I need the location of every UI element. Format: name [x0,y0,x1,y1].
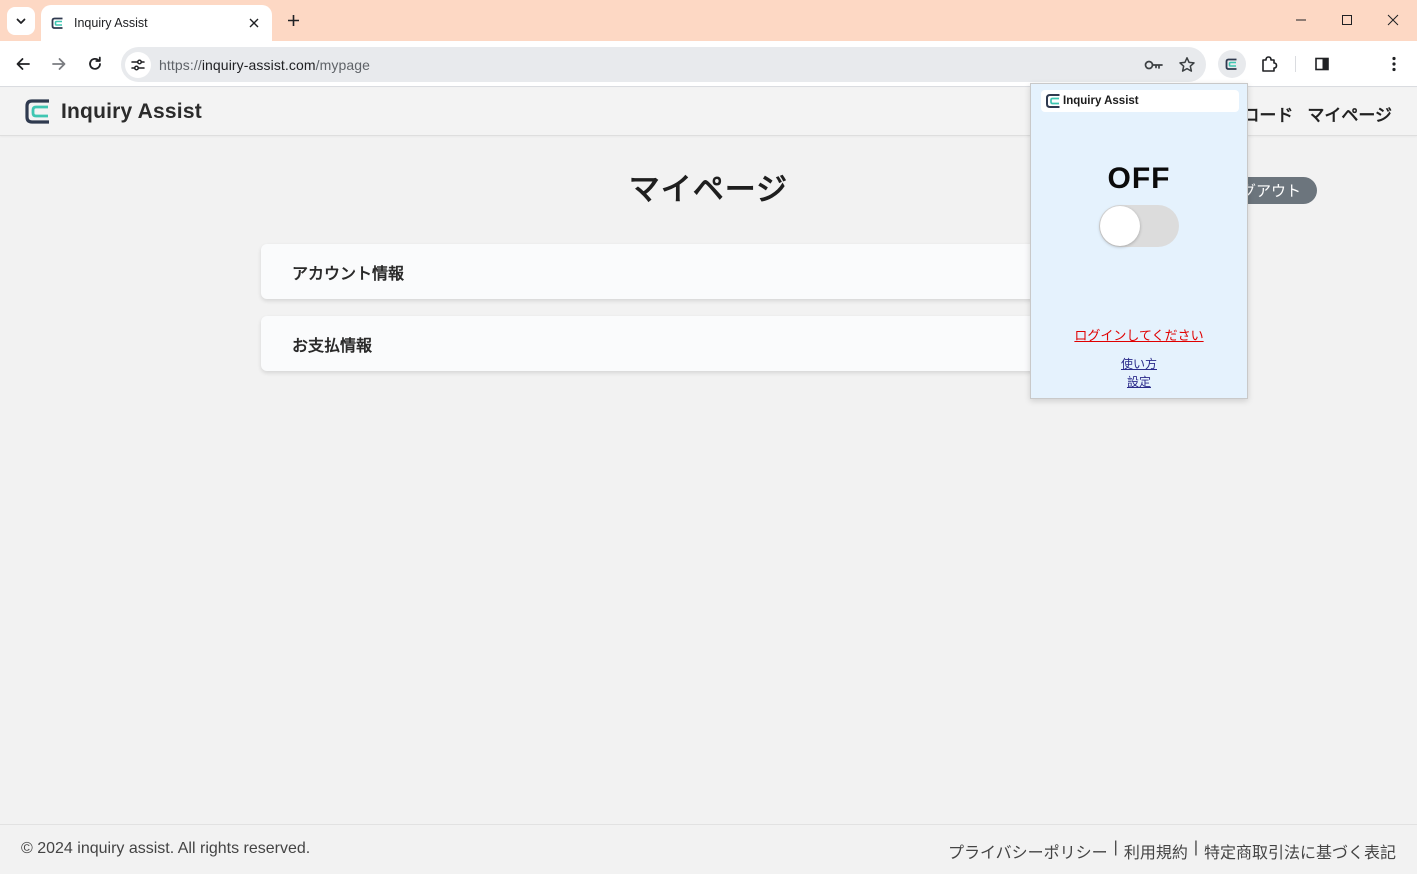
url-scheme: https:// [159,56,202,73]
account-info-card[interactable]: アカウント情報 [261,244,1156,299]
side-panel-icon [1315,57,1329,71]
star-icon [1179,56,1195,72]
tab-title: Inquiry Assist [74,16,148,30]
footer-separator: | [1193,839,1198,856]
side-panel-button[interactable] [1308,50,1336,78]
payment-info-card[interactable]: お支払情報 [261,316,1156,371]
extensions-button[interactable] [1255,50,1283,78]
inquiry-assist-logo-icon [1225,58,1237,70]
kebab-menu-icon [1392,56,1396,72]
footer-separator: | [1113,839,1118,856]
password-manager-button[interactable] [1140,51,1168,79]
arrow-left-icon [16,58,30,70]
bookmark-button[interactable] [1173,51,1201,79]
close-icon [249,18,259,28]
login-link[interactable]: ログインしてください [1031,325,1247,344]
privacy-policy-link[interactable]: プライバシーポリシー [948,839,1108,863]
close-window-button[interactable] [1378,6,1408,34]
maximize-button[interactable] [1332,6,1362,34]
inquiry-assist-favicon-icon [51,17,63,29]
status-text: OFF [1107,162,1171,195]
browser-tab[interactable]: Inquiry Assist [41,5,272,41]
settings-link[interactable]: 設定 [1031,373,1247,390]
chevron-down-icon [16,18,26,24]
url-text[interactable]: https://inquiry-assist.com/mypage [159,57,1140,73]
url-host: inquiry-assist.com [201,56,316,73]
popup-header: Inquiry Assist [1041,90,1239,112]
arrow-right-icon [52,58,66,70]
close-window-icon [1387,14,1399,26]
toggle-knob [1100,206,1140,246]
popup-brand-name: Inquiry Assist [1063,95,1139,107]
key-icon [1144,60,1163,69]
plus-icon [287,14,299,26]
nav-mypage[interactable]: マイページ [1307,101,1392,126]
browser-toolbar: https://inquiry-assist.com/mypage [0,41,1417,87]
power-toggle[interactable] [1099,205,1179,247]
header-nav: ンロード マイページ [1225,101,1392,126]
tab-strip: Inquiry Assist [0,0,1417,41]
reload-icon [89,56,101,70]
minimize-icon [1296,19,1306,21]
inquiry-assist-extension-button[interactable] [1218,50,1246,78]
forward-button[interactable] [45,50,73,78]
site-footer: © 2024 inquiry assist. All rights reserv… [0,824,1417,874]
tune-icon [131,59,145,70]
tab-search-button[interactable] [7,7,35,35]
site-info-button[interactable] [125,51,151,78]
url-path: /mypage [315,56,371,73]
puzzle-icon [1262,56,1278,72]
minimize-button[interactable] [1286,6,1316,34]
back-button[interactable] [9,50,37,78]
address-bar[interactable]: https://inquiry-assist.com/mypage [121,47,1206,82]
new-tab-button[interactable] [281,8,305,32]
brand-name: Inquiry Assist [61,99,202,123]
site-brand[interactable]: Inquiry Assist [24,98,202,125]
browser-menu-button[interactable] [1380,50,1408,78]
footer-links: プライバシーポリシー | 利用規約 | 特定商取引法に基づく表記 [948,839,1396,863]
usage-link[interactable]: 使い方 [1031,355,1247,372]
reload-button[interactable] [81,50,109,78]
terms-link[interactable]: 利用規約 [1124,839,1188,863]
inquiry-assist-logo-icon [1046,94,1060,108]
toolbar-separator [1295,56,1296,72]
tab-close-button[interactable] [244,13,264,33]
extension-popup: Inquiry Assist OFF ログインしてください 使い方 設定 [1030,83,1248,399]
copyright-text: © 2024 inquiry assist. All rights reserv… [21,840,311,857]
maximize-icon [1342,15,1352,25]
inquiry-assist-logo-icon [25,99,49,124]
commerce-law-link[interactable]: 特定商取引法に基づく表記 [1204,839,1396,863]
